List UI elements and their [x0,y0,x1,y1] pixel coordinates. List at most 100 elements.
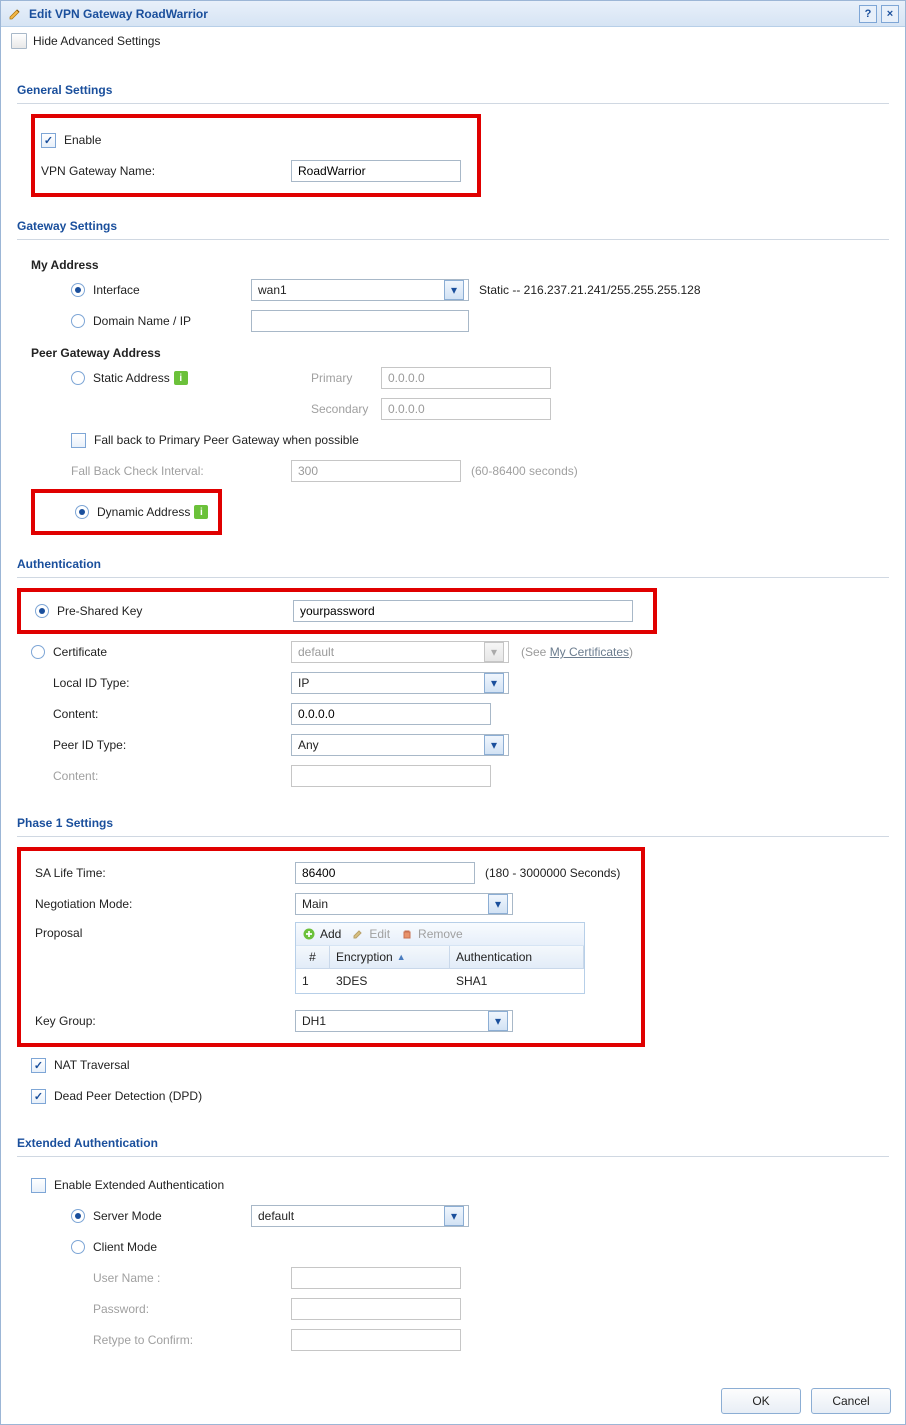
enable-label: Enable [64,133,101,147]
dynamic-address-radio[interactable] [75,505,89,519]
username-label: User Name : [31,1271,291,1285]
server-mode-dropdown[interactable]: default ▾ [251,1205,469,1227]
section-phase1-header: Phase 1 Settings [17,810,889,837]
remove-label: Remove [418,927,463,941]
toolbar: Hide Advanced Settings [1,27,905,55]
chevron-down-icon: ▾ [488,1011,508,1031]
dialog-window: Edit VPN Gateway RoadWarrior ? × Hide Ad… [0,0,906,1425]
fallback-checkbox[interactable] [71,433,86,448]
negmode-label: Negotiation Mode: [35,897,295,911]
chevron-down-icon: ▾ [484,735,504,755]
psk-label: Pre-Shared Key [57,604,142,618]
cancel-button[interactable]: Cancel [811,1388,891,1414]
vpn-name-label: VPN Gateway Name: [41,164,291,178]
section-gateway-header: Gateway Settings [17,213,889,240]
interface-static-info: Static -- 216.237.21.241/255.255.255.128 [479,283,701,297]
highlight-phase1: SA Life Time: (180 - 3000000 Seconds) Ne… [17,847,645,1047]
add-button[interactable]: Add [302,927,341,941]
info-icon[interactable]: i [194,505,208,519]
keygroup-value: DH1 [302,1014,484,1028]
sa-life-label: SA Life Time: [35,866,295,880]
settings-toggle-icon [11,33,27,49]
dynamic-address-label: Dynamic Address [97,505,190,519]
domain-input[interactable] [251,310,469,332]
titlebar: Edit VPN Gateway RoadWarrior ? × [1,1,905,27]
col-encryption-label: Encryption [336,950,393,964]
interface-label: Interface [93,283,140,297]
highlight-dynamic-address: Dynamic Address i [31,489,222,535]
local-content-label: Content: [31,707,291,721]
peer-id-type-value: Any [298,738,480,752]
primary-label: Primary [311,371,352,385]
my-certificates-link[interactable]: My Certificates [550,645,629,659]
client-mode-radio[interactable] [71,1240,85,1254]
chevron-down-icon: ▾ [488,894,508,914]
local-id-type-dropdown[interactable]: IP ▾ [291,672,509,694]
nat-traversal-checkbox[interactable] [31,1058,46,1073]
secondary-input [381,398,551,420]
fallback-interval-label: Fall Back Check Interval: [71,464,291,478]
extauth-enable-checkbox[interactable] [31,1178,46,1193]
highlight-psk: Pre-Shared Key [17,588,657,634]
section-extauth-header: Extended Authentication [17,1130,889,1157]
remove-button[interactable]: Remove [400,927,463,941]
table-row[interactable]: 1 3DES SHA1 [296,969,584,993]
help-button[interactable]: ? [859,5,877,23]
server-mode-radio[interactable] [71,1209,85,1223]
peer-id-type-dropdown[interactable]: Any ▾ [291,734,509,756]
dpd-checkbox[interactable] [31,1089,46,1104]
local-content-input[interactable] [291,703,491,725]
highlight-general: Enable VPN Gateway Name: [31,114,481,197]
interface-dropdown[interactable]: wan1 ▾ [251,279,469,301]
certificate-label: Certificate [53,645,107,659]
chevron-down-icon: ▾ [444,280,464,300]
fallback-interval-input [291,460,461,482]
negmode-dropdown[interactable]: Main ▾ [295,893,513,915]
proposal-toolbar: Add Edit Remove [296,923,584,946]
col-num[interactable]: # [296,946,330,968]
certificate-radio[interactable] [31,645,45,659]
certificate-value: default [298,645,480,659]
fallback-label: Fall back to Primary Peer Gateway when p… [94,433,359,447]
sa-life-input[interactable] [295,862,475,884]
trash-icon [400,927,414,941]
chevron-down-icon: ▾ [444,1206,464,1226]
peer-id-type-label: Peer ID Type: [31,738,291,752]
server-mode-value: default [258,1209,440,1223]
edit-icon [7,6,23,22]
window-title: Edit VPN Gateway RoadWarrior [29,7,855,21]
enable-checkbox[interactable] [41,133,56,148]
static-address-radio[interactable] [71,371,85,385]
domain-label: Domain Name / IP [93,314,191,328]
password-input [291,1298,461,1320]
keygroup-dropdown[interactable]: DH1 ▾ [295,1010,513,1032]
cell-num: 1 [302,974,336,988]
negmode-value: Main [302,897,484,911]
col-encryption[interactable]: Encryption ▲ [330,946,450,968]
retype-label: Retype to Confirm: [31,1333,291,1347]
psk-input[interactable] [293,600,633,622]
cert-hint: (See My Certificates) [521,645,633,659]
edit-button[interactable]: Edit [351,927,390,941]
toggle-advanced-link[interactable]: Hide Advanced Settings [33,34,160,48]
info-icon[interactable]: i [174,371,188,385]
domain-radio[interactable] [71,314,85,328]
psk-radio[interactable] [35,604,49,618]
cell-encryption: 3DES [336,974,456,988]
vpn-name-input[interactable] [291,160,461,182]
server-mode-label: Server Mode [93,1209,162,1223]
sort-asc-icon: ▲ [397,952,406,962]
interface-value: wan1 [258,283,440,297]
static-address-label: Static Address [93,371,170,385]
interface-radio[interactable] [71,283,85,297]
proposal-label: Proposal [35,922,295,940]
section-auth-header: Authentication [17,551,889,578]
retype-input [291,1329,461,1351]
edit-label: Edit [369,927,390,941]
keygroup-label: Key Group: [35,1014,295,1028]
close-button[interactable]: × [881,5,899,23]
local-id-type-label: Local ID Type: [31,676,291,690]
ok-button[interactable]: OK [721,1388,801,1414]
add-icon [302,927,316,941]
col-authentication[interactable]: Authentication [450,946,584,968]
